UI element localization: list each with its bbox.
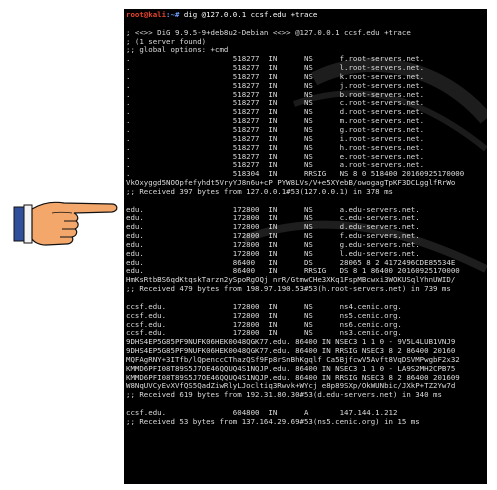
terminal-line: ;; Received 619 bytes from 192.31.80.30#… — [126, 391, 442, 400]
terminal-line: ;; Received 397 bytes from 127.0.0.1#53(… — [126, 187, 393, 196]
terminal-line: ccsf.edu. 172800 IN NS ns3.cenic.org. — [126, 329, 402, 338]
terminal-line: . 518277 IN NS b.root-servers.net. — [126, 90, 425, 99]
terminal-line: KMMD6PFI08T89S5J7OE46QQUQ4S1NQJP.edu. 86… — [126, 364, 456, 373]
terminal-line: . 518277 IN NS g.root-servers.net. — [126, 125, 425, 134]
terminal-line: edu. 86400 IN RRSIG DS 8 1 86400 2016092… — [126, 267, 460, 276]
terminal-line: VkOxyggd5NOOpfefyhdt5VryYJ8n6u+cP PYW8LV… — [126, 179, 456, 188]
terminal-line: MQFAgRNY+3ITfb/lQpenccCThazQSf9Fp8rSnBhK… — [126, 355, 460, 364]
terminal-line: ccsf.edu. 604800 IN A 147.144.1.212 — [126, 408, 398, 417]
terminal-line: . 518277 IN NS c.root-servers.net. — [126, 99, 425, 108]
terminal-line: ; (1 server found) — [126, 37, 207, 46]
terminal-line: edu. 172800 IN NS l.edu-servers.net. — [126, 249, 420, 258]
pointing-hand-icon — [13, 201, 118, 246]
terminal-line: ;; Received 479 bytes from 198.97.190.53… — [126, 285, 451, 294]
terminal-output: root@kali:~# dig @127.0.0.1 ccsf.edu +tr… — [126, 11, 487, 427]
terminal-line: edu. 172800 IN NS c.edu-servers.net. — [126, 214, 420, 223]
terminal-line: edu. 86400 IN DS 28065 8 2 4172496CDE855… — [126, 258, 456, 267]
terminal-line: edu. 172800 IN NS a.edu-servers.net. — [126, 205, 420, 214]
terminal-line: HmKsRtbBS6qdKtqskTarzn2ySpoRgOQj nrR/Gtm… — [126, 276, 456, 285]
terminal-line: ;; global options: +cmd — [126, 46, 229, 55]
terminal-line: 9DHS4EP5G85PF9NUFK06HEK0048QGK77.edu. 86… — [126, 338, 456, 347]
terminal-line: . 518277 IN NS i.root-servers.net. — [126, 134, 425, 143]
terminal-line: . 518277 IN NS e.root-servers.net. — [126, 152, 425, 161]
terminal-line: . 518277 IN NS h.root-servers.net. — [126, 143, 425, 152]
terminal-line: . 518277 IN NS f.root-servers.net. — [126, 55, 425, 64]
terminal-line: KMMD6PFI08T89S5J7OE46QQUQ4S1NQJP.edu. 86… — [126, 373, 460, 382]
terminal-line: ccsf.edu. 172800 IN NS ns6.cenic.org. — [126, 320, 402, 329]
terminal-line: edu. 172800 IN NS g.edu-servers.net. — [126, 240, 420, 249]
terminal-line: edu. 172800 IN NS d.edu-servers.net. — [126, 223, 420, 232]
terminal-line: ; <<>> DiG 9.9.5-9+deb8u2-Debian <<>> @1… — [126, 28, 411, 37]
shell-prompt[interactable]: root@kali:~# dig @127.0.0.1 ccsf.edu +tr… — [126, 11, 487, 20]
terminal-window: root@kali:~# dig @127.0.0.1 ccsf.edu +tr… — [124, 9, 487, 484]
terminal-line: 9DHS4EP5G85PF9NUFK06HEK0048QGK77.edu. 86… — [126, 347, 456, 356]
terminal-line: edu. 172800 IN NS f.edu-servers.net. — [126, 232, 420, 241]
terminal-line: . 518277 IN NS k.root-servers.net. — [126, 72, 425, 81]
terminal-line: . 518277 IN NS l.root-servers.net. — [126, 64, 425, 73]
terminal-line: . 518277 IN NS d.root-servers.net. — [126, 108, 425, 117]
terminal-line: ccsf.edu. 172800 IN NS ns4.cenic.org. — [126, 302, 402, 311]
terminal-line: . 518277 IN NS m.root-servers.net. — [126, 117, 425, 126]
terminal-line: . 518277 IN NS a.root-servers.net. — [126, 161, 425, 170]
terminal-line: ;; Received 53 bytes from 137.164.29.69#… — [126, 417, 420, 426]
terminal-line: . 518304 IN RRSIG NS 8 0 518400 20160925… — [126, 170, 465, 179]
terminal-line: W8NqUVCyEvXVfQS5QadZiwRlyLJocltiq3Rwvk+W… — [126, 382, 456, 391]
terminal-line: . 518277 IN NS j.root-servers.net. — [126, 81, 425, 90]
terminal-line: ccsf.edu. 172800 IN NS ns5.cenic.org. — [126, 311, 402, 320]
